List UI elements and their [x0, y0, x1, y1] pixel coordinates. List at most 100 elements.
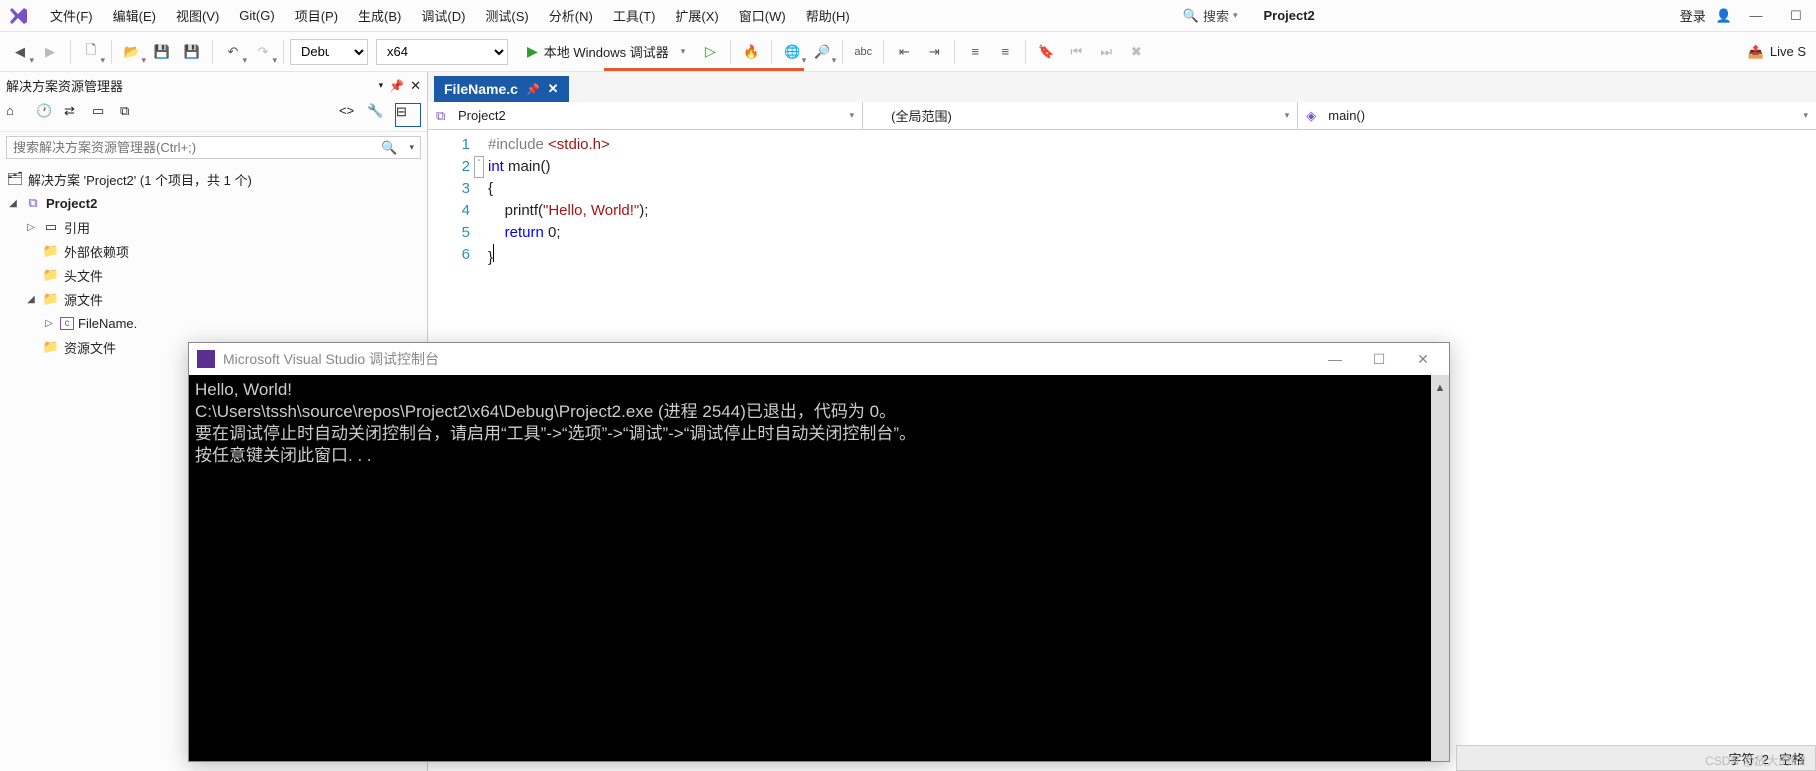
project-badge[interactable]: Project2 [1251, 5, 1346, 26]
debug-console-window: Microsoft Visual Studio 调试控制台 — ☐ ✕ Hell… [188, 342, 1450, 762]
file-tab-label: FileName.c [444, 81, 518, 97]
file-node[interactable]: ▷ c FileName. [2, 311, 425, 335]
search-dropdown-icon[interactable]: ▾ [403, 142, 420, 153]
sources-node[interactable]: ◢ 📁 源文件 [2, 287, 425, 311]
collapse-arrow-icon[interactable]: ▷ [42, 318, 56, 329]
nav-forward-button[interactable]: ▶ [36, 38, 64, 66]
run-no-debug-button[interactable]: ▷ [696, 38, 724, 66]
node-label: 源文件 [64, 290, 103, 309]
menu-git[interactable]: Git(G) [229, 4, 284, 27]
console-title: Microsoft Visual Studio 调试控制台 [223, 349, 1309, 369]
node-label: FileName. [78, 316, 137, 331]
menu-analyze[interactable]: 分析(N) [539, 2, 603, 29]
collapse-icon[interactable]: ▭ [92, 103, 118, 127]
play-icon: ▶ [527, 43, 538, 60]
menu-tools[interactable]: 工具(T) [603, 2, 666, 29]
account-icon[interactable]: 👤 [1716, 8, 1732, 24]
pin-icon[interactable]: 📌 [389, 79, 404, 93]
code-icon[interactable]: <> [339, 103, 365, 127]
code-lines[interactable]: - #include <stdio.h> int main() { printf… [488, 134, 648, 266]
view-icon[interactable]: ⊟ [395, 103, 421, 127]
panel-search-input[interactable] [7, 137, 375, 158]
uncomment-button[interactable]: ≡ [991, 38, 1019, 66]
expand-arrow-icon[interactable]: ◢ [24, 294, 38, 305]
bookmark-next-button[interactable]: ⏭ [1092, 38, 1120, 66]
maximize-button[interactable]: ☐ [1782, 4, 1810, 28]
indent-right-button[interactable]: ⇥ [920, 38, 948, 66]
project-node[interactable]: ◢ ⧉ Project2 [2, 191, 425, 215]
solution-node[interactable]: 🗂 解决方案 'Project2' (1 个项目，共 1 个) [2, 167, 425, 191]
console-titlebar[interactable]: Microsoft Visual Studio 调试控制台 — ☐ ✕ [189, 343, 1449, 375]
console-maximize-button[interactable]: ☐ [1361, 351, 1397, 368]
solution-tree: 🗂 解决方案 'Project2' (1 个项目，共 1 个) ◢ ⧉ Proj… [0, 163, 427, 363]
new-project-button[interactable]: 🗋 [77, 38, 105, 66]
scroll-up-icon[interactable]: ▲ [1435, 377, 1446, 399]
history-icon[interactable]: 🕐 [36, 103, 62, 127]
sync-icon[interactable]: ⇄ [64, 103, 90, 127]
tab-close-button[interactable]: ✕ [548, 81, 559, 97]
crumb-function[interactable]: ◈ main() [1298, 102, 1816, 129]
menu-debug[interactable]: 调试(D) [411, 2, 475, 29]
login-link[interactable]: 登录 [1680, 6, 1706, 25]
code-editor[interactable]: 1 2 3 4 5 6 - #include <stdio.h> int mai… [428, 130, 1816, 266]
save-all-button[interactable]: 💾 [178, 38, 206, 66]
headers-node[interactable]: 📁 头文件 [2, 263, 425, 287]
menu-extensions[interactable]: 扩展(X) [665, 2, 728, 29]
crumb-scope[interactable]: (全局范围) [863, 102, 1298, 129]
nav-back-button[interactable]: ◀ [6, 38, 34, 66]
menu-window[interactable]: 窗口(W) [729, 2, 796, 29]
fold-icon[interactable]: - [474, 156, 484, 178]
console-scrollbar[interactable]: ▲ [1431, 375, 1449, 761]
menu-build[interactable]: 生成(B) [348, 2, 411, 29]
open-file-button[interactable]: 📂 [118, 38, 146, 66]
bookmark-prev-button[interactable]: ⏮ [1062, 38, 1090, 66]
wrench-icon[interactable]: 🔧 [367, 103, 393, 127]
menu-search[interactable]: 🔍 搜索 ▾ [1183, 6, 1238, 25]
share-icon[interactable]: 📤 [1748, 44, 1764, 60]
console-output[interactable]: Hello, World! C:\Users\tssh\source\repos… [189, 375, 1449, 761]
console-minimize-button[interactable]: — [1317, 351, 1353, 367]
minimize-button[interactable]: — [1742, 4, 1770, 28]
bookmark-button[interactable]: 🔖 [1032, 38, 1060, 66]
menu-test[interactable]: 测试(S) [475, 2, 538, 29]
hot-reload-icon[interactable]: 🔥 [737, 38, 765, 66]
indent-left-button[interactable]: ⇤ [890, 38, 918, 66]
abc-check-icon[interactable]: abc [849, 38, 877, 66]
config-select[interactable]: Debug [290, 39, 368, 65]
pin-icon[interactable]: 📌 [526, 83, 540, 96]
references-node[interactable]: ▷ ▭ 引用 [2, 215, 425, 239]
crumb-label: main() [1328, 108, 1797, 123]
menu-edit[interactable]: 编辑(E) [103, 2, 166, 29]
expand-arrow-icon[interactable]: ◢ [6, 198, 20, 209]
bookmark-clear-button[interactable]: ✖ [1122, 38, 1150, 66]
menu-search-label: 搜索 [1203, 6, 1229, 25]
find-in-files-button[interactable]: 🔎 [808, 38, 836, 66]
crumb-project[interactable]: ⧉ Project2 [428, 102, 863, 129]
file-tab[interactable]: FileName.c 📌 ✕ [434, 76, 569, 102]
live-share-label[interactable]: Live S [1770, 44, 1806, 59]
collapse-arrow-icon[interactable]: ▷ [24, 222, 38, 233]
breadcrumb-bar: ⧉ Project2 (全局范围) ◈ main() [428, 102, 1816, 130]
menu-project[interactable]: 项目(P) [285, 2, 348, 29]
search-icon[interactable]: 🔍 [375, 140, 403, 156]
browser-select-button[interactable]: 🌐 [778, 38, 806, 66]
menu-file[interactable]: 文件(F) [40, 2, 103, 29]
undo-button[interactable]: ↶ [219, 38, 247, 66]
home-icon[interactable]: ⌂ [6, 103, 32, 127]
run-debugger-button[interactable]: ▶ 本地 Windows 调试器 [518, 38, 694, 65]
vs-logo-icon [6, 4, 30, 28]
menu-help[interactable]: 帮助(H) [796, 2, 860, 29]
node-label: 资源文件 [64, 338, 116, 357]
panel-title-text: 解决方案资源管理器 [6, 76, 379, 95]
console-close-button[interactable]: ✕ [1405, 351, 1441, 368]
external-deps-node[interactable]: 📁 外部依赖项 [2, 239, 425, 263]
panel-dropdown-icon[interactable]: ▾ [379, 80, 384, 91]
platform-select[interactable]: x64 [376, 39, 508, 65]
comment-button[interactable]: ≡ [961, 38, 989, 66]
copy-icon[interactable]: ⧉ [120, 103, 146, 127]
save-button[interactable]: 💾 [148, 38, 176, 66]
panel-close-button[interactable]: ✕ [410, 78, 421, 94]
menu-view[interactable]: 视图(V) [166, 2, 229, 29]
panel-search[interactable]: 🔍 ▾ [6, 136, 421, 159]
redo-button[interactable]: ↷ [249, 38, 277, 66]
